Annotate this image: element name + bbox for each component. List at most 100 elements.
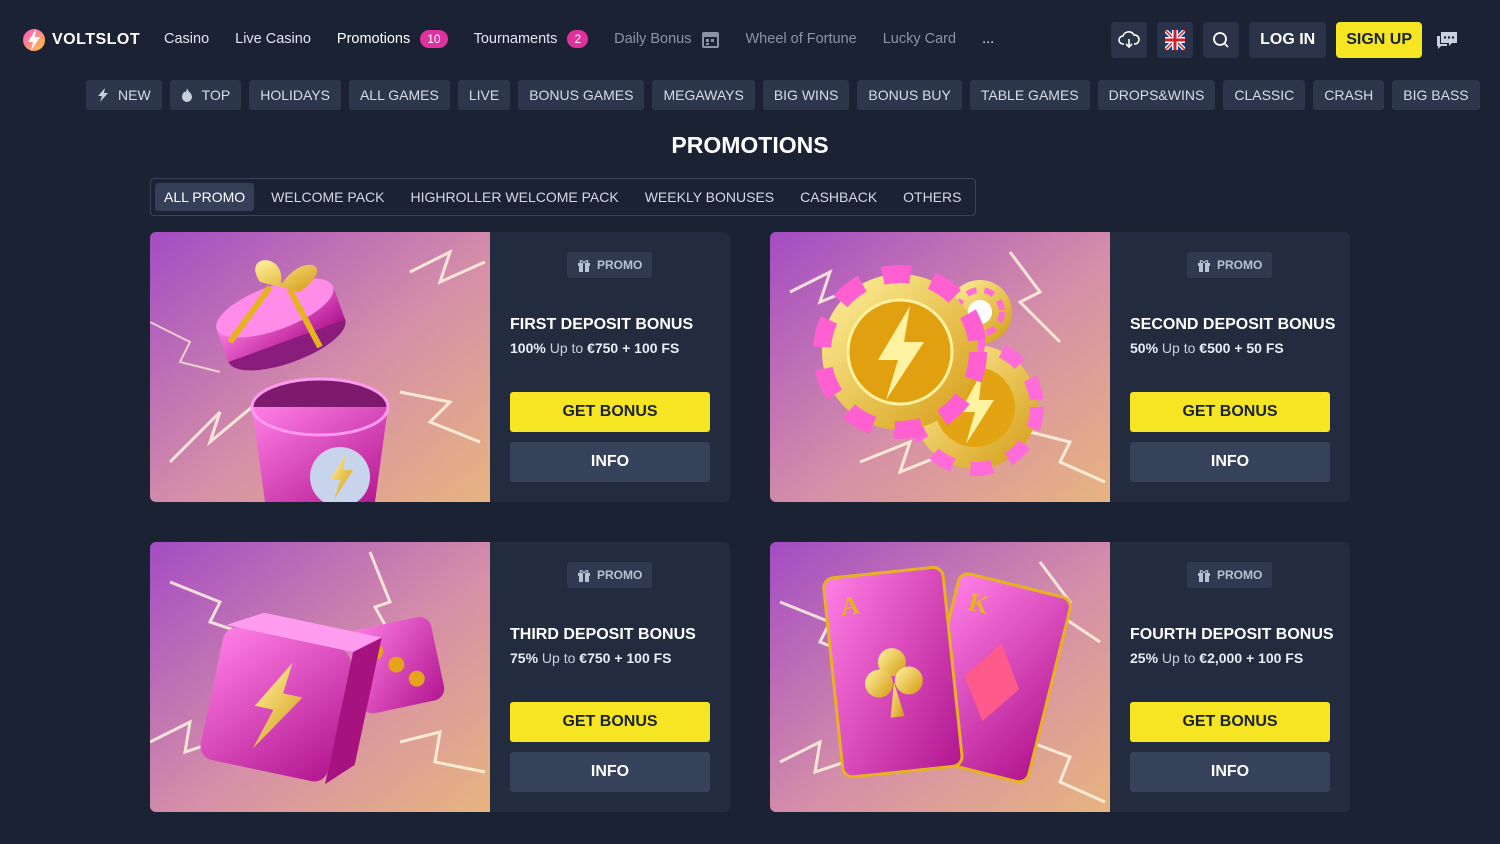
download-app-button[interactable] [1111,22,1148,58]
category-holidays[interactable]: HOLIDAYS [249,80,341,110]
promo-offer: 75% Up to €750 + 100 FS [510,650,672,666]
category-drops-wins[interactable]: DROPS&WINS [1097,80,1216,110]
category-bonus-buy[interactable]: BONUS BUY [857,80,962,110]
tab-cashback[interactable]: CASHBACK [791,183,886,211]
promo-title: SECOND DEPOSIT BONUS [1130,316,1336,333]
get-bonus-button[interactable]: GET BONUS [510,392,710,432]
category-label: DROPS&WINS [1108,87,1205,103]
category-label: NEW [118,87,151,103]
gift-icon [1198,260,1210,272]
promo-tag-label: PROMO [597,258,643,272]
gift-icon [578,570,590,582]
info-button[interactable]: INFO [510,442,710,482]
nav-live-casino[interactable]: Live Casino [235,31,311,47]
search-button[interactable] [1203,22,1240,58]
promo-tag: PROMO [1187,562,1273,588]
promotions-count-badge: 10 [420,30,448,48]
promo-offer: 100% Up to €750 + 100 FS [510,340,679,356]
promo-info-panel: PROMO THIRD DEPOSIT BONUS 75% Up to €750… [490,542,730,812]
brand-logo[interactable]: VOLTSLOT [22,26,140,54]
nav-more[interactable]: ... [982,31,994,47]
flame-icon [181,88,192,102]
category-label: CRASH [1324,87,1374,103]
promo-amount: €750 + 100 FS [587,340,680,356]
nav-wheel-of-fortune[interactable]: Wheel of Fortune [746,31,857,47]
info-button[interactable]: INFO [510,752,710,792]
promo-upto: Up to [1158,340,1200,356]
promo-percent: 25% [1130,650,1159,666]
promo-tag-label: PROMO [597,568,643,582]
tab-welcome-pack[interactable]: WELCOME PACK [262,183,393,211]
get-bonus-button[interactable]: GET BONUS [510,702,710,742]
tab-weekly-bonuses[interactable]: WEEKLY BONUSES [636,183,783,211]
search-icon [1213,32,1229,48]
page-title: PROMOTIONS [671,132,829,158]
category-live[interactable]: LIVE [457,80,511,110]
category-label: BONUS BUY [868,87,951,103]
promo-amount: €2,000 + 100 FS [1199,650,1304,666]
nav-tournaments[interactable]: Tournaments 2 [474,30,589,48]
category-label: BIG BASS [1403,87,1469,103]
category-megaways[interactable]: MEGAWAYS [652,80,755,110]
login-button[interactable]: LOG IN [1249,22,1327,58]
tab-all-promo[interactable]: ALL PROMO [155,183,255,211]
promo-info-panel: PROMO SECOND DEPOSIT BONUS 50% Up to €50… [1110,232,1350,502]
nav-wheel-label: Wheel of Fortune [745,31,857,47]
category-label: ALL GAMES [359,87,439,103]
bolt-icon [98,88,108,102]
category-all-games[interactable]: ALL GAMES [348,80,450,110]
playing-cards-illustration: K A [770,542,1110,812]
gift-icon [1198,570,1210,582]
nav-lucky-card-label: Lucky Card [882,31,957,47]
promo-offer: 25% Up to €2,000 + 100 FS [1130,650,1303,666]
svg-text:A: A [839,590,861,621]
category-big-wins[interactable]: BIG WINS [762,80,850,110]
promo-upto: Up to [545,340,588,356]
category-top[interactable]: TOP [169,80,242,110]
nav-daily-bonus[interactable]: Daily Bonus [614,30,719,48]
category-bonus-games[interactable]: BONUS GAMES [518,80,645,110]
nav-lucky-card[interactable]: Lucky Card [883,31,956,47]
get-bonus-button[interactable]: GET BONUS [1130,702,1330,742]
category-table-games[interactable]: TABLE GAMES [969,80,1090,110]
promo-amount: €500 + 50 FS [1199,340,1284,356]
get-bonus-button[interactable]: GET BONUS [1130,392,1330,432]
bolt-icon [23,29,45,51]
signup-button[interactable]: SIGN UP [1336,22,1422,58]
info-button[interactable]: INFO [1130,442,1330,482]
category-new[interactable]: NEW [86,80,162,110]
category-label: BONUS GAMES [529,87,634,103]
chat-button[interactable] [1432,22,1462,58]
promo-percent: 75% [510,650,539,666]
promo-offer: 50% Up to €500 + 50 FS [1130,340,1284,356]
nav-promotions-label: Promotions [336,31,411,47]
nav-promotions[interactable]: Promotions 10 [337,30,448,48]
language-button[interactable] [1157,22,1194,58]
brand-name: VOLTSLOT [52,31,141,48]
tab-highroller-welcome-pack[interactable]: HIGHROLLER WELCOME PACK [401,183,627,211]
calendar-icon [701,32,719,48]
dice-illustration [150,542,490,812]
category-classic[interactable]: CLASSIC [1223,80,1306,110]
site-header: VOLTSLOT Casino Live Casino Promotions 1… [0,0,1500,80]
promo-percent: 50% [1130,340,1159,356]
promo-percent: 100% [510,340,546,356]
promo-tag-label: PROMO [1217,568,1263,582]
promo-info-panel: PROMO FIRST DEPOSIT BONUS 100% Up to €75… [490,232,730,502]
promo-card-fourth-deposit: K A PROMO FOURTH DEPOSIT BONUS 25% Up to… [770,542,1350,812]
category-label: HOLIDAYS [260,87,330,103]
promo-tag: PROMO [567,252,653,278]
uk-flag-icon [1165,30,1186,50]
tab-others[interactable]: OTHERS [894,183,970,211]
nav-daily-bonus-label: Daily Bonus [614,31,692,47]
category-label: TOP [201,87,231,103]
game-categories: NEW TOP HOLIDAYS ALL GAMES LIVE BONUS GA… [86,80,1480,110]
promo-tag: PROMO [567,562,653,588]
tournaments-count-badge: 2 [567,30,589,48]
nav-casino[interactable]: Casino [164,31,209,47]
category-big-bass[interactable]: BIG BASS [1392,80,1480,110]
promo-card-third-deposit: PROMO THIRD DEPOSIT BONUS 75% Up to €750… [150,542,730,812]
info-button[interactable]: INFO [1130,752,1330,792]
promo-title: FOURTH DEPOSIT BONUS [1130,626,1334,643]
category-crash[interactable]: CRASH [1313,80,1385,110]
